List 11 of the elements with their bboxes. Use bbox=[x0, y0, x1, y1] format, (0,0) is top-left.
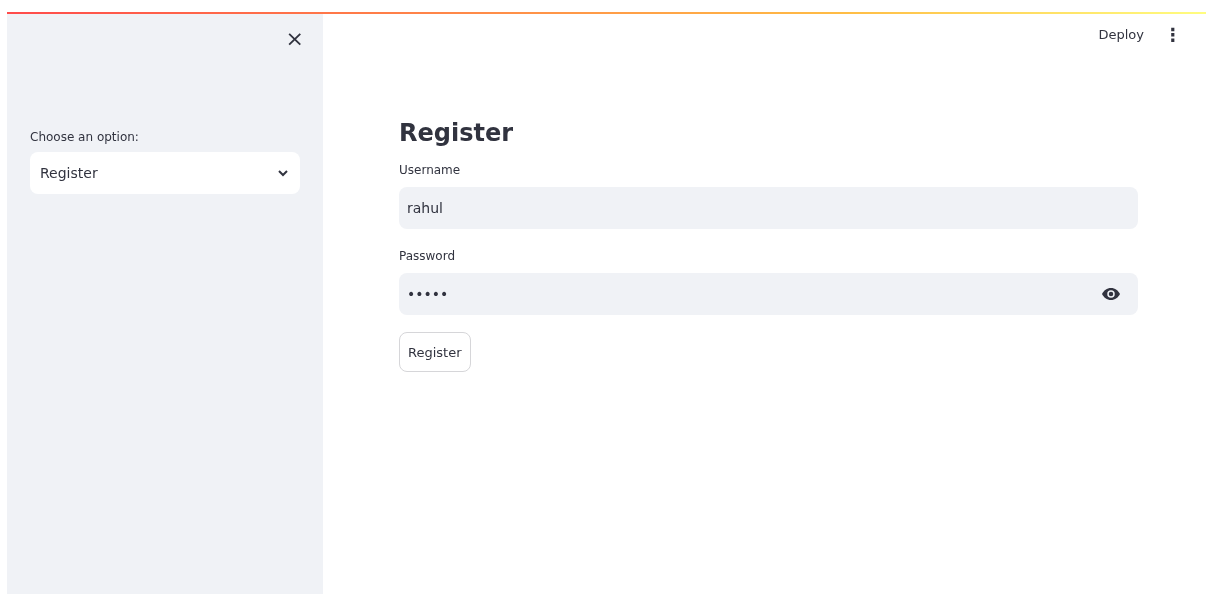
input-field[interactable]: rahul bbox=[399, 187, 1138, 229]
password-field[interactable]: ••••• bbox=[399, 273, 1138, 315]
menu-button[interactable]: ⋮ bbox=[1158, 20, 1188, 49]
option-select[interactable]: Register bbox=[30, 152, 300, 194]
close-button[interactable]: × bbox=[281, 28, 308, 50]
field-label: Username bbox=[399, 163, 462, 177]
field-label: Password bbox=[399, 249, 457, 263]
register-button[interactable]: Register bbox=[399, 332, 471, 372]
deploy-button[interactable]: Deploy bbox=[1092, 23, 1150, 46]
form-title: Register bbox=[399, 119, 515, 147]
select-label: Choose an option: bbox=[30, 130, 140, 144]
